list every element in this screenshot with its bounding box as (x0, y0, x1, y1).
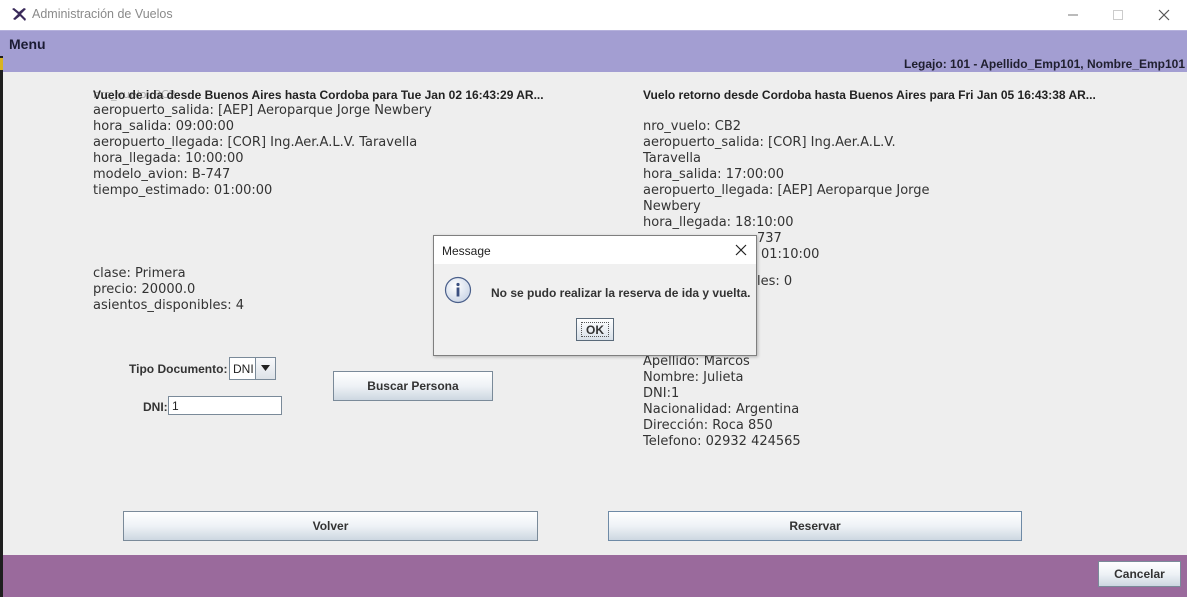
window-titlebar: Administración de Vuelos (0, 0, 1187, 30)
return-line: aeropuerto_salida: [COR] Ing.Aer.A.L.V. (643, 135, 896, 150)
airplane-icon (10, 6, 28, 24)
maximize-icon (1113, 10, 1123, 20)
buscar-persona-button[interactable]: Buscar Persona (333, 371, 493, 401)
dni-value: 1 (172, 399, 179, 413)
cancelar-button[interactable]: Cancelar (1098, 561, 1181, 587)
close-icon (1158, 9, 1170, 21)
buscar-persona-label: Buscar Persona (367, 379, 459, 393)
bottom-bar (3, 555, 1187, 597)
return-line: Taravella (643, 151, 701, 166)
outbound-line: hora_salida: 09:00:00 (93, 119, 235, 134)
return-line: hora_llegada: 18:10:00 (643, 215, 794, 230)
return-line: aeropuerto_llegada: [AEP] Aeroparque Jor… (643, 183, 930, 198)
return-tiempo-partial: 01:10:00 (761, 247, 820, 262)
cancelar-label: Cancelar (1114, 567, 1165, 581)
return-modelo-partial: 737 (757, 231, 782, 246)
tipo-documento-label: Tipo Documento: (129, 362, 228, 376)
legajo-bar: Legajo: 101 - Apellido_Emp101, Nombre_Em… (3, 56, 1187, 72)
bottom-left-edge (0, 590, 3, 597)
return-line: nro_vuelo: CB2 (643, 119, 742, 134)
reservar-button[interactable]: Reservar (608, 511, 1022, 541)
outbound-class-line: clase: Primera (93, 266, 186, 281)
menu-item[interactable]: Menu (9, 36, 46, 52)
left-edge-strip (0, 56, 3, 597)
ok-button[interactable]: OK (576, 318, 614, 341)
persona-line: Nombre: Julieta (643, 370, 744, 385)
dni-field[interactable]: 1 (168, 396, 282, 415)
message-dialog: Message No se pudo realizar la reserva d… (433, 235, 757, 356)
dialog-title: Message (442, 244, 491, 258)
minimize-icon (1068, 14, 1078, 16)
return-line: Newbery (643, 199, 701, 214)
dialog-message: No se pudo realizar la reserva de ida y … (491, 286, 751, 300)
outbound-line: tiempo_estimado: 01:00:00 (93, 183, 273, 198)
tipo-documento-value: DNI (233, 362, 254, 376)
volver-button[interactable]: Volver (123, 511, 538, 541)
ok-label: OK (581, 322, 609, 337)
return-line: hora_salida: 17:00:00 (643, 167, 785, 182)
persona-line: Nacionalidad: Argentina (643, 402, 800, 417)
persona-line: Apellido: Marcos (643, 354, 750, 369)
dialog-close-button[interactable] (734, 242, 748, 256)
return-asientos-partial: les: 0 (757, 274, 793, 289)
reservar-label: Reservar (789, 519, 841, 533)
outbound-header-overlap: nro_vuelo: BC2 (93, 88, 176, 101)
dropdown-button[interactable] (255, 358, 275, 379)
menubar: Menu (0, 30, 1187, 56)
outbound-line: aeropuerto_salida: [AEP] Aeroparque Jorg… (93, 103, 432, 118)
outbound-line: modelo_avion: B-747 (93, 167, 231, 182)
return-header: Vuelo retorno desde Cordoba hasta Buenos… (643, 88, 1096, 102)
close-icon (735, 244, 747, 256)
maximize-button[interactable] (1095, 0, 1141, 30)
dni-label: DNI: (143, 400, 168, 414)
dialog-titlebar: Message (434, 236, 756, 264)
persona-line: Telefono: 02932 424565 (643, 434, 801, 449)
minimize-button[interactable] (1050, 0, 1096, 30)
tipo-documento-select[interactable]: DNI (229, 357, 276, 380)
outbound-class-line: precio: 20000.0 (93, 282, 196, 297)
close-button[interactable] (1141, 0, 1187, 30)
volver-label: Volver (312, 519, 349, 533)
legajo-label: Legajo: 101 - Apellido_Emp101, Nombre_Em… (904, 57, 1185, 71)
outbound-line: hora_llegada: 10:00:00 (93, 151, 244, 166)
persona-line: Dirección: Roca 850 (643, 418, 773, 433)
outbound-line: aeropuerto_llegada: [COR] Ing.Aer.A.L.V.… (93, 135, 418, 150)
window-title: Administración de Vuelos (32, 7, 173, 21)
chevron-down-icon (261, 365, 270, 371)
info-icon (444, 276, 472, 304)
persona-line: DNI:1 (643, 386, 680, 401)
outbound-class-line: asientos_disponibles: 4 (93, 298, 245, 313)
